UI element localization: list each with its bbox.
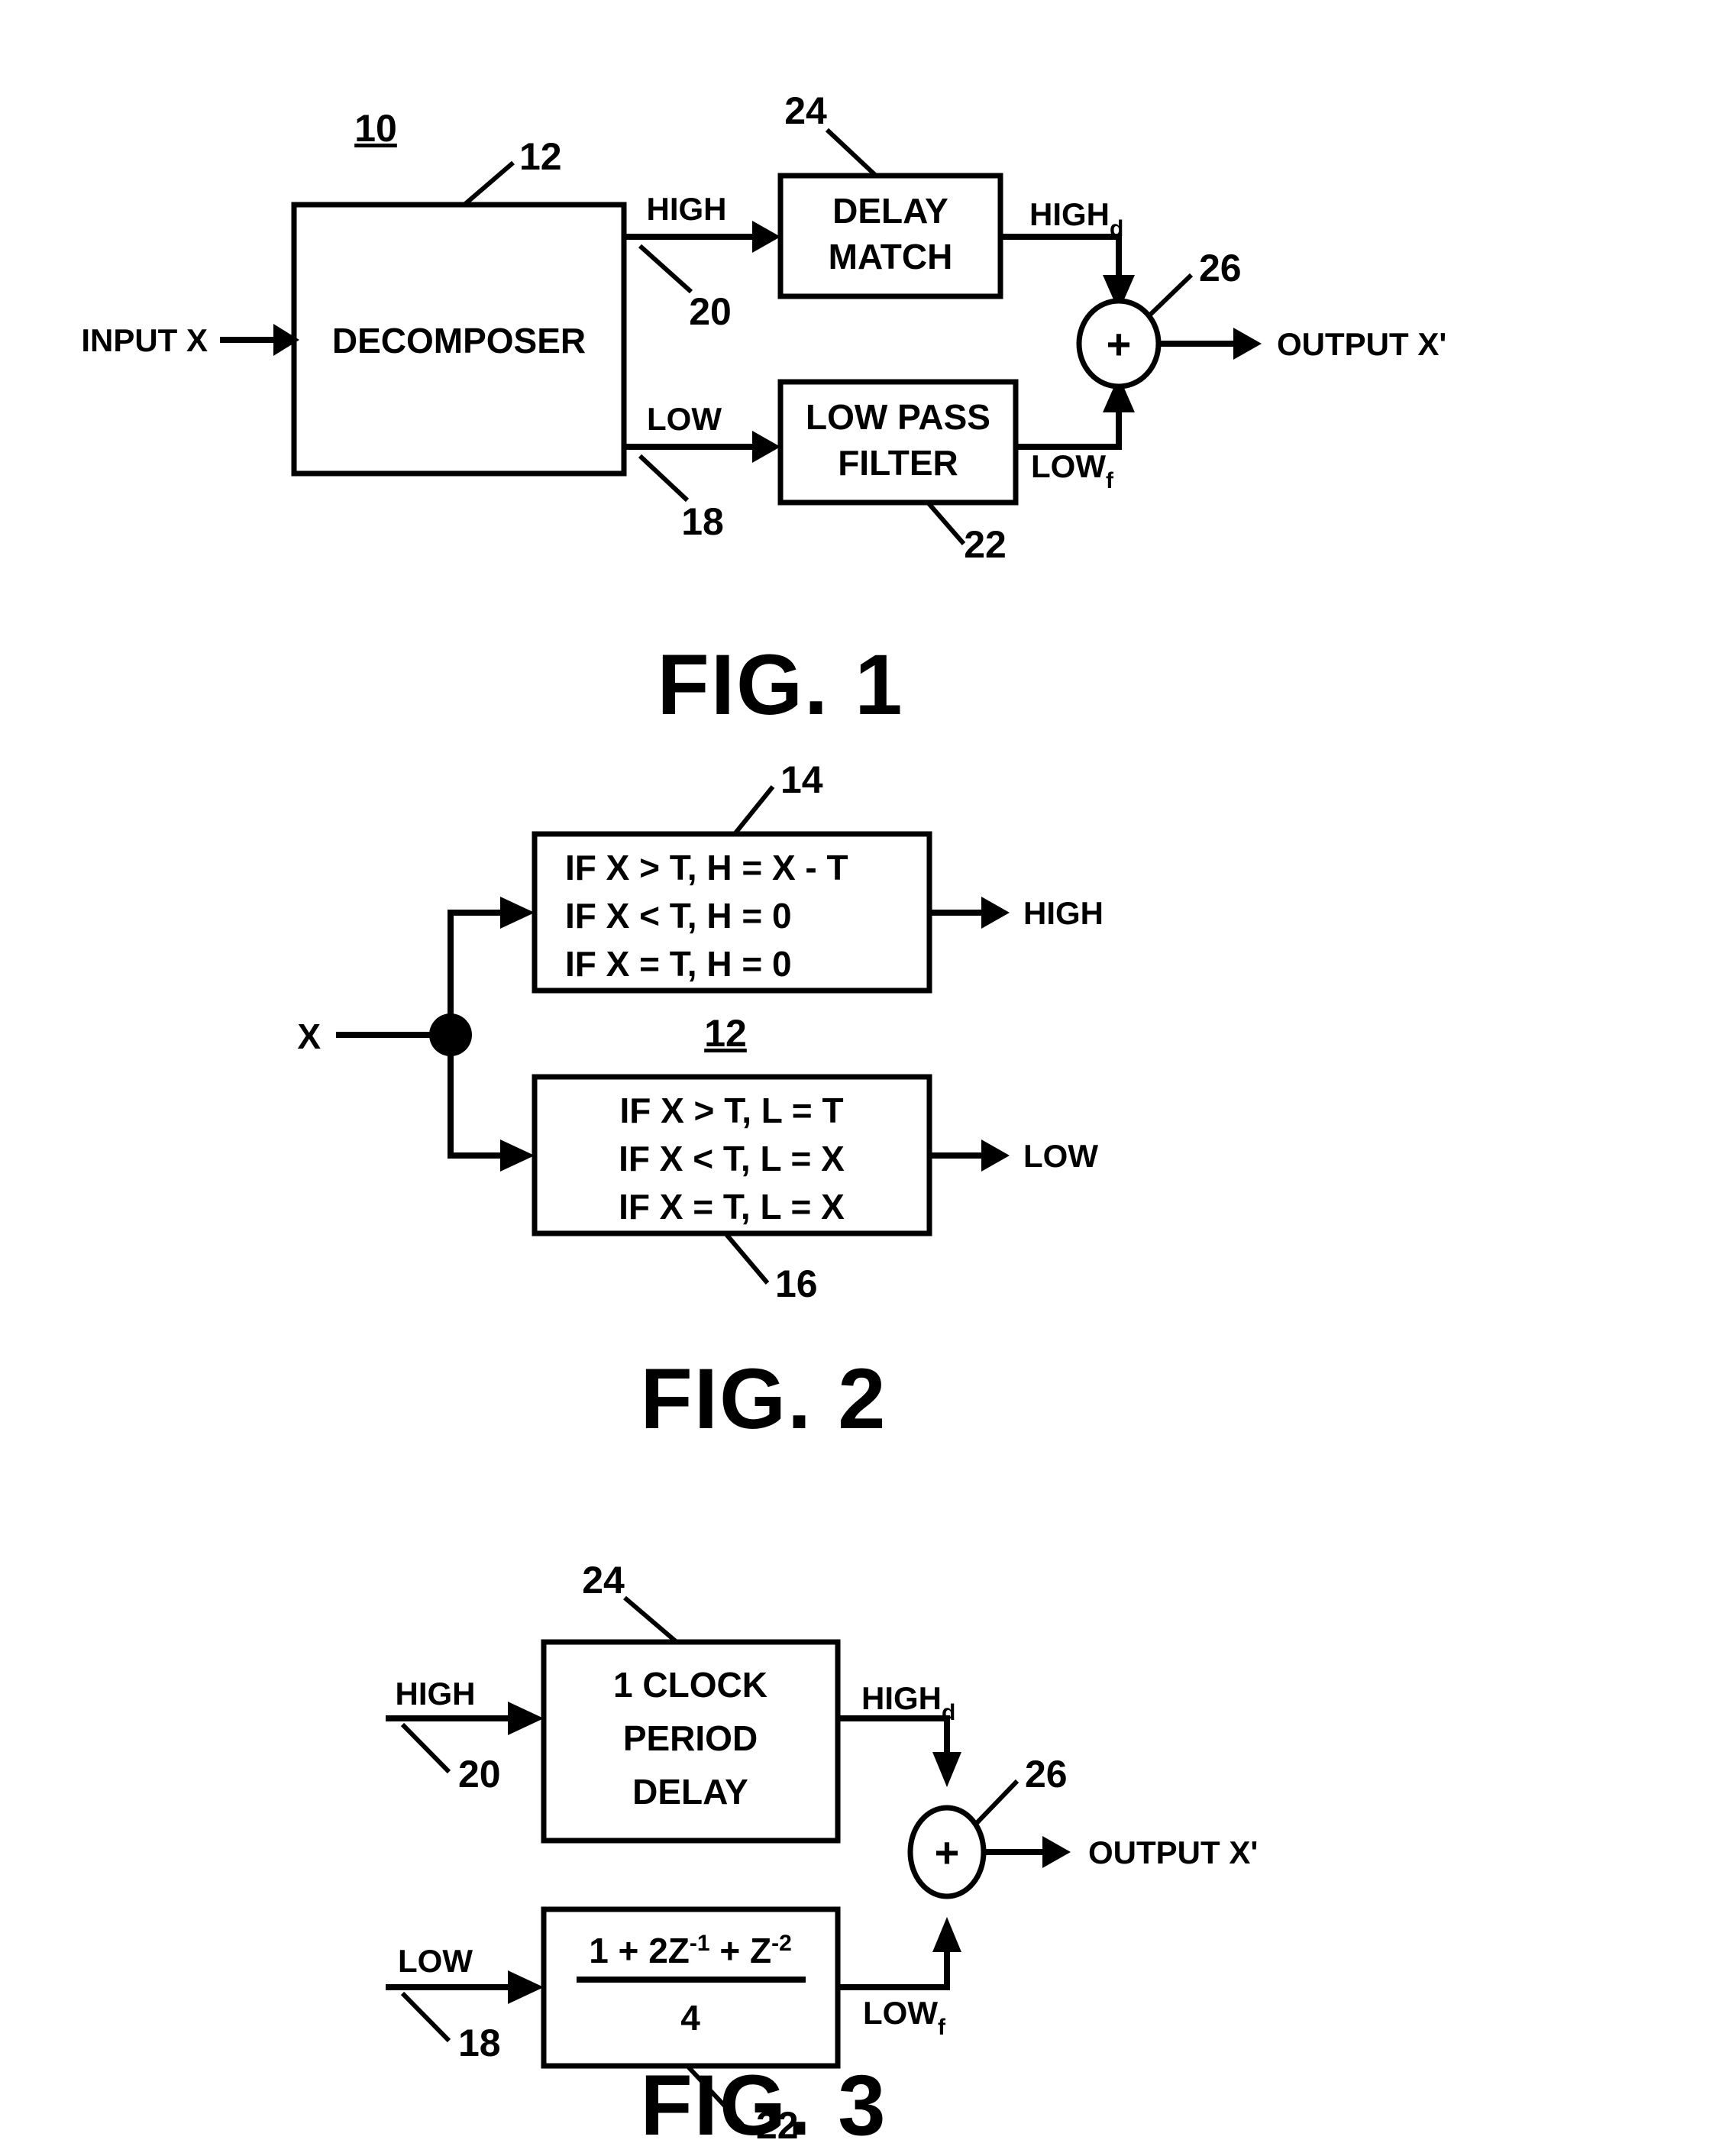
high-delayed-line — [1000, 234, 1122, 281]
delay-match-line1: DELAY — [832, 191, 948, 231]
fig2-input-x-label: X — [297, 1017, 321, 1056]
decomposer-ref: 12 — [519, 135, 562, 178]
figure-2: IF X > T, H = X - T IF X < T, H = 0 IF X… — [297, 758, 1104, 1446]
fig2-upper-branch-arrowhead — [500, 897, 535, 929]
input-x-label: INPUT X — [81, 322, 208, 358]
fig2-lower-branch-arrowhead — [500, 1139, 535, 1172]
figure-3: 1 CLOCK PERIOD DELAY 24 HIGH 20 HIGHd 1 … — [386, 1559, 1258, 2153]
high-condition-line-3: IF X = T, H = 0 — [565, 944, 792, 984]
filter-denominator: 4 — [680, 1998, 700, 2038]
figure2-caption: FIG. 2 — [640, 1351, 887, 1446]
fig3-low-filtered-label: LOWf — [863, 1995, 946, 2040]
low-condition-line-1: IF X > T, L = T — [619, 1091, 843, 1130]
low-pass-filter-ref: 22 — [964, 523, 1007, 566]
low-arrowhead — [752, 431, 780, 463]
delay-match-line2: MATCH — [829, 237, 953, 276]
fig3-low-filtered-arrowhead — [932, 1917, 961, 1952]
low-condition-line-3: IF X = T, L = X — [619, 1187, 845, 1227]
fig3-output-arrowhead — [1042, 1836, 1071, 1868]
fig3-low-label: LOW — [398, 1943, 473, 1979]
high-signal-ref: 20 — [689, 290, 732, 333]
low-signal-ref: 18 — [681, 500, 724, 543]
fig3-low-ref: 18 — [458, 2022, 501, 2064]
clock-delay-line1: 1 CLOCK — [613, 1665, 767, 1705]
low-signal-label: LOW — [647, 401, 722, 437]
patent-drawing-sheet: 10 DECOMPOSER 12 INPUT X HIGH 20 LOW 18 … — [0, 0, 1732, 2156]
clock-delay-line2: PERIOD — [623, 1718, 758, 1758]
fig3-high-arrowhead — [508, 1702, 544, 1735]
high-condition-line-2: IF X < T, H = 0 — [565, 896, 792, 936]
low-filtered-label: LOWf — [1031, 448, 1114, 493]
fig3-high-label: HIGH — [396, 1676, 476, 1712]
fig3-leader-line-18 — [400, 1991, 451, 2043]
low-condition-line-2: IF X < T, L = X — [619, 1139, 845, 1178]
decomposer-label: DECOMPOSER — [332, 321, 586, 360]
fig2-decomposer-ref: 12 — [704, 1012, 747, 1055]
figure-1: 10 DECOMPOSER 12 INPUT X HIGH 20 LOW 18 … — [81, 89, 1446, 732]
delay-match-ref: 24 — [784, 89, 827, 132]
fig3-summer-plus-symbol: + — [935, 1828, 960, 1876]
high-condition-ref: 14 — [780, 758, 823, 801]
figure1-system-ref: 10 — [354, 107, 397, 150]
clock-delay-ref: 24 — [582, 1559, 625, 1602]
fig2-high-output-arrowhead — [981, 897, 1010, 929]
fig3-high-delayed-arrowhead — [932, 1752, 961, 1787]
high-signal-label: HIGH — [647, 191, 727, 227]
low-pass-filter-line1: LOW PASS — [806, 397, 990, 437]
clock-delay-line3: DELAY — [632, 1772, 748, 1812]
fig3-leader-line-20 — [400, 1722, 451, 1774]
leader-line-12 — [463, 160, 515, 207]
leader-line-18 — [638, 454, 690, 503]
fig3-output-x-label: OUTPUT X' — [1088, 1834, 1258, 1870]
fig3-leader-line-26 — [974, 1779, 1019, 1826]
output-x-label: OUTPUT X' — [1277, 326, 1446, 362]
low-pass-filter-line2: FILTER — [838, 443, 958, 483]
fig3-leader-line-24 — [623, 1595, 678, 1644]
fig2-low-output-arrowhead — [981, 1139, 1010, 1172]
fig3-low-arrowhead — [508, 1970, 544, 2004]
leader-line-24 — [825, 128, 878, 178]
output-arrowhead — [1233, 328, 1262, 360]
fig3-summer-ref: 26 — [1025, 1753, 1068, 1796]
fig3-low-filtered-line — [838, 1946, 950, 1990]
fig3-high-delayed-line — [838, 1715, 950, 1758]
leader-line-16 — [723, 1232, 770, 1285]
leader-line-20 — [638, 244, 693, 294]
summer-plus-symbol: + — [1107, 320, 1132, 368]
fig3-high-ref: 20 — [458, 1753, 501, 1796]
fig2-low-output-label: LOW — [1023, 1138, 1098, 1174]
leader-line-22 — [926, 501, 966, 545]
summer-ref: 26 — [1199, 247, 1242, 289]
figure3-caption: FIG. 3 — [640, 2057, 887, 2153]
high-arrowhead — [752, 221, 780, 253]
high-condition-line-1: IF X > T, H = X - T — [565, 848, 848, 887]
figure1-caption: FIG. 1 — [657, 637, 903, 732]
low-condition-ref: 16 — [775, 1262, 818, 1305]
leader-line-26 — [1146, 273, 1194, 319]
leader-line-14 — [732, 785, 775, 836]
fig2-high-output-label: HIGH — [1023, 895, 1104, 931]
